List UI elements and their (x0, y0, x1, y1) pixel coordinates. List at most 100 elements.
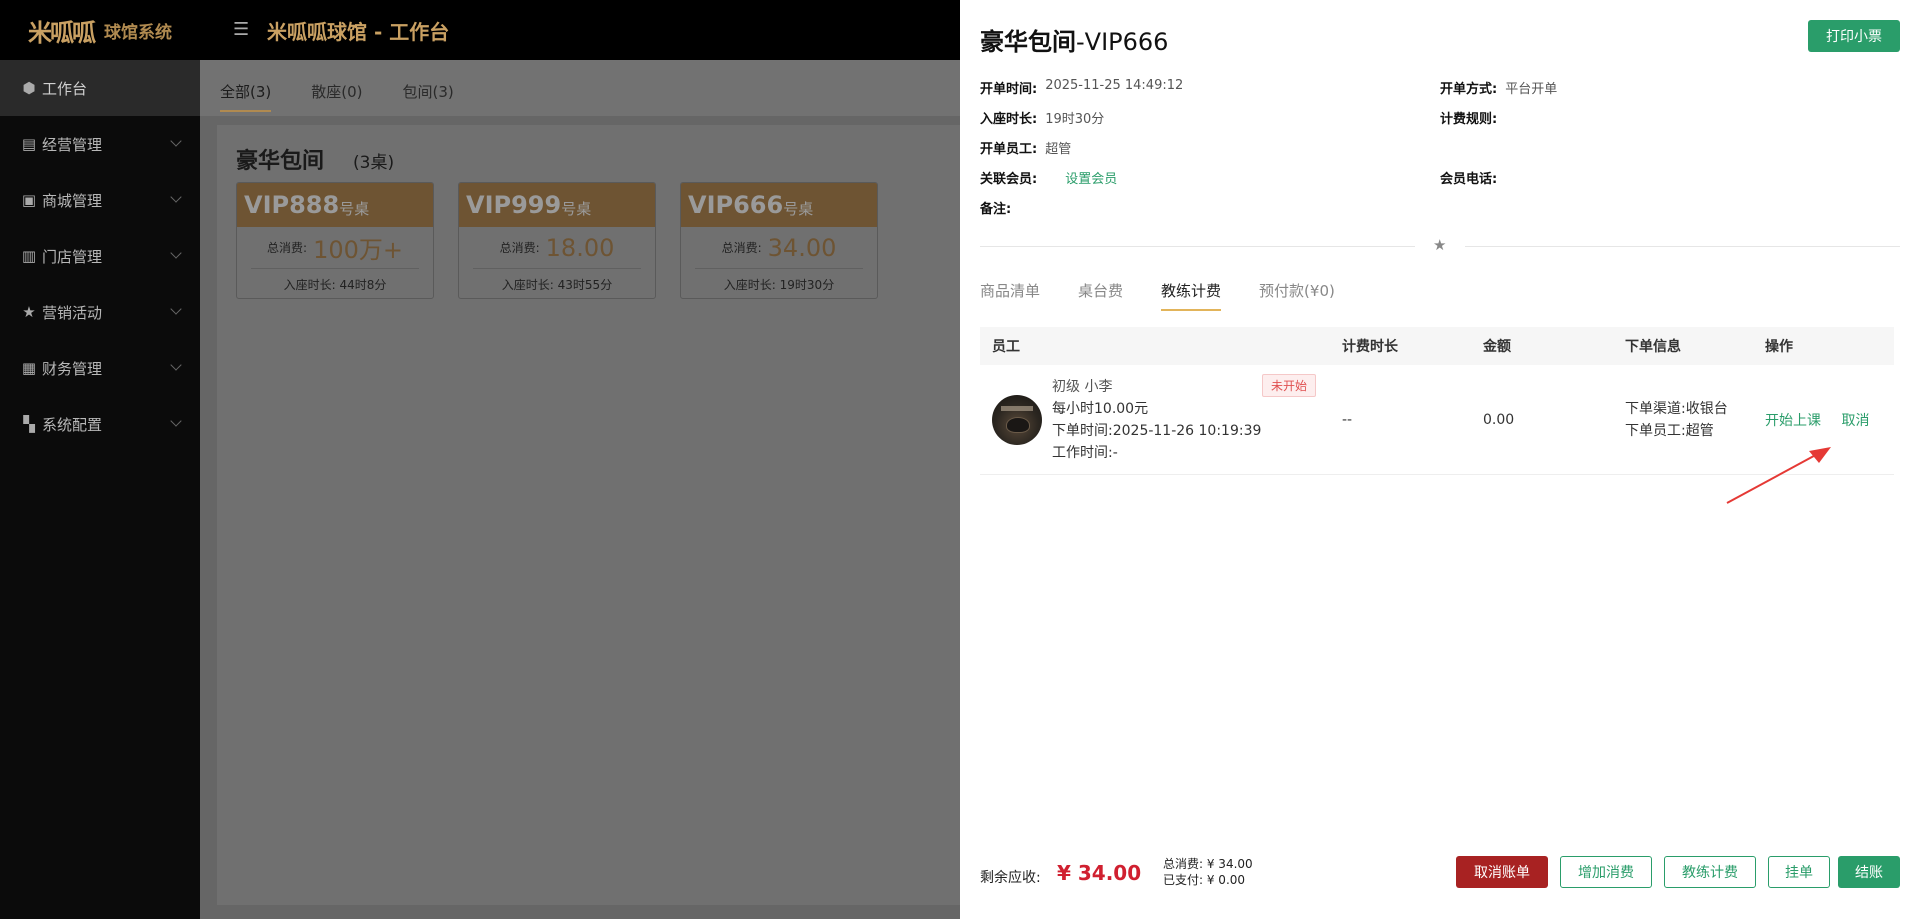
header-order-info: 下单信息 (1625, 339, 1681, 355)
info-label: 入座时长: (980, 112, 1038, 127)
chevron-down-icon (170, 359, 182, 371)
info-value: 超管 (1045, 142, 1072, 157)
cell-order-info: 下单渠道:收银台 下单员工:超管 (1625, 398, 1765, 442)
sidebar-item-label: 商城管理 (42, 191, 103, 210)
tab-open-seats[interactable]: 散座(0) (311, 81, 362, 116)
chevron-down-icon (170, 191, 182, 203)
tab-prepayment[interactable]: 预付款(¥0) (1259, 280, 1335, 311)
chart-icon: ▤ (21, 135, 37, 153)
page-title: 米呱呱球馆 - 工作台 (267, 19, 450, 44)
info-value: 平台开单 (1505, 82, 1558, 97)
header-operation: 操作 (1765, 339, 1793, 355)
checkout-button[interactable]: 结账 (1838, 856, 1900, 888)
divider-left (980, 246, 1415, 247)
hang-bill-button[interactable]: 挂单 (1768, 856, 1830, 888)
info-staff: 开单员工: 超管 (980, 138, 1071, 157)
remaining-label: 剩余应收: (980, 870, 1041, 886)
sidebar-item-label: 系统配置 (42, 415, 103, 434)
sidebar-item-finance[interactable]: ▦ 财务管理 (0, 340, 200, 396)
drawer-title: 豪华包间-VIP666 (980, 22, 1168, 57)
info-label: 开单时间: (980, 82, 1038, 97)
store-icon: ▥ (21, 247, 37, 265)
paid-amount: 已支付: ¥ 0.00 (1163, 873, 1246, 887)
logo: 米呱呱 球馆系统 (0, 0, 200, 60)
table-card[interactable]: VIP666 号桌 总消费: 34.00 入座时长: 19时30分 (680, 182, 878, 299)
tab-private-rooms[interactable]: 包间(3) (403, 81, 454, 116)
sidebar-item-store[interactable]: ▥ 门店管理 (0, 228, 200, 284)
card-total-value: 34.00 (767, 233, 837, 262)
card-total-label: 总消费: (721, 241, 762, 255)
card-total-value: 100万+ (313, 236, 403, 264)
sidebar-item-label: 财务管理 (42, 359, 103, 378)
star-icon: ★ (1433, 236, 1447, 254)
info-label: 备注: (980, 202, 1012, 217)
card-total-value: 18.00 (545, 233, 615, 262)
set-member-link[interactable]: 设置会员 (1065, 168, 1117, 187)
header-duration: 计费时长 (1342, 339, 1398, 355)
cancel-bill-button[interactable]: 取消账单 (1456, 856, 1548, 888)
sidebar-item-label: 工作台 (42, 79, 88, 98)
top-bar: 米呱呱 球馆系统 ☰ 米呱呱球馆 - 工作台 (0, 0, 960, 60)
table-card[interactable]: VIP999 号桌 总消费: 18.00 入座时长: 43时55分 (458, 182, 656, 299)
card-header: VIP888 号桌 (237, 183, 433, 227)
drawer-tabs: 商品清单 桌台费 教练计费 预付款(¥0) (980, 280, 1373, 311)
start-class-link[interactable]: 开始上课 (1765, 413, 1821, 429)
shop-icon: ▣ (21, 191, 37, 209)
cell-amount: 0.00 (1483, 411, 1515, 428)
drawer-title-table: -VIP666 (1076, 28, 1169, 56)
order-channel: 下单渠道:收银台 (1625, 400, 1728, 417)
table-card[interactable]: VIP888 号桌 总消费: 100万+ 入座时长: 44时8分 (236, 182, 434, 299)
finance-icon: ▦ (21, 359, 37, 377)
cancel-link[interactable]: 取消 (1841, 413, 1869, 429)
card-suffix: 号桌 (783, 199, 814, 218)
staff-name: 初级 小李 (1052, 378, 1113, 395)
sidebar-item-config[interactable]: ▚ 系统配置 (0, 396, 200, 452)
sidebar-item-operations[interactable]: ▤ 经营管理 (0, 116, 200, 172)
avatar (992, 394, 1042, 445)
coach-billing-button[interactable]: 教练计费 (1664, 856, 1756, 888)
card-total-label: 总消费: (499, 241, 540, 255)
staff-work-time: 工作时间:- (1052, 444, 1118, 461)
cell-staff: 初级 小李 每小时10.00元 下单时间:2025-11-26 10:19:39… (980, 374, 1342, 464)
info-value: 19时30分 (1045, 112, 1105, 127)
header-amount: 金额 (1483, 339, 1511, 355)
drawer-title-room: 豪华包间 (980, 28, 1076, 56)
card-name: VIP999 (466, 191, 562, 219)
card-name: VIP666 (688, 191, 784, 219)
info-remark: 备注: (980, 198, 1019, 217)
tab-coach-billing[interactable]: 教练计费 (1161, 280, 1222, 311)
sidebar-item-label: 门店管理 (42, 247, 103, 266)
status-badge: 未开始 (1262, 374, 1317, 397)
staff-order-time: 下单时间:2025-11-26 10:19:39 (1052, 422, 1262, 439)
info-label: 计费规则: (1440, 112, 1498, 127)
cell-operation: 开始上课 取消 (1765, 410, 1894, 430)
sidebar-item-workbench[interactable]: ⬢ 工作台 (0, 60, 200, 116)
main-tabs: 全部(3) 散座(0) 包间(3) (200, 60, 960, 116)
tab-all[interactable]: 全部(3) (220, 81, 272, 116)
card-suffix: 号桌 (339, 199, 370, 218)
sidebar-item-mall[interactable]: ▣ 商城管理 (0, 172, 200, 228)
header-staff: 员工 (992, 339, 1020, 355)
total-consumption: 总消费: ¥ 34.00 (1163, 857, 1253, 871)
info-value: 2025-11-25 14:49:12 (1045, 78, 1184, 93)
sidebar-item-marketing[interactable]: ★ 营销活动 (0, 284, 200, 340)
tab-table-fee[interactable]: 桌台费 (1078, 280, 1123, 311)
logo-text: 球馆系统 (104, 22, 172, 43)
logo-mark: 米呱呱 (28, 17, 96, 47)
chevron-down-icon (170, 247, 182, 259)
chevron-down-icon (170, 415, 182, 427)
card-time: 入座时长: 44时8分 (283, 277, 387, 292)
info-seat-duration: 入座时长: 19时30分 (980, 108, 1104, 127)
tab-goods-list[interactable]: 商品清单 (980, 280, 1040, 311)
sidebar-item-label: 营销活动 (42, 303, 103, 322)
staff-rate: 每小时10.00元 (1052, 400, 1149, 417)
info-label: 开单员工: (980, 142, 1038, 157)
add-consumption-button[interactable]: 增加消费 (1560, 856, 1652, 888)
info-member: 关联会员: 设置会员 (980, 168, 1117, 187)
cell-duration: -- (1342, 411, 1353, 428)
print-receipt-button[interactable]: 打印小票 (1808, 20, 1900, 52)
card-total: 总消费: 100万+ (251, 227, 419, 269)
menu-toggle-icon[interactable]: ☰ (233, 20, 253, 40)
card-header: VIP666 号桌 (681, 183, 877, 227)
main-area: 全部(3) 散座(0) 包间(3) 豪华包间 (3桌) VIP888 号桌 总消… (200, 60, 960, 919)
